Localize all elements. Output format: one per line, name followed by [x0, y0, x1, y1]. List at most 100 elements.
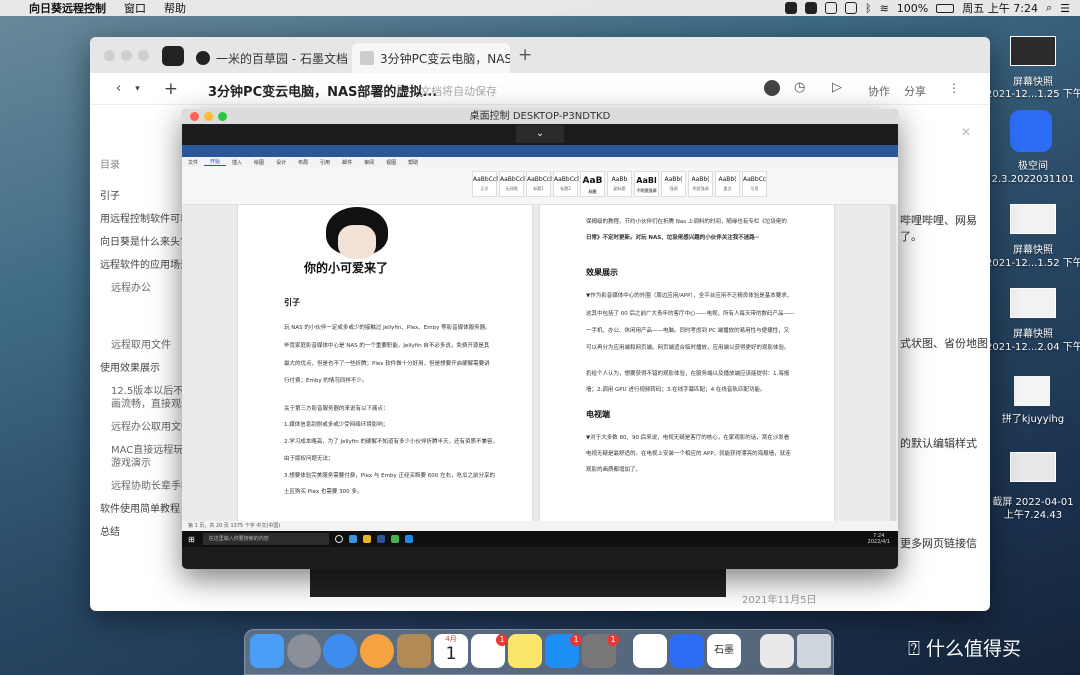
paragraph-line[interactable]: 3.想要体验完美服务需要付费，Plex 与 Emby 正经买断要 600 左右，…: [284, 471, 495, 479]
paragraph-line[interactable]: 墙；2.调用 GPU 进行视频转码；3.在线字幕匹配；4.在线音轨匹配功能。: [586, 385, 765, 393]
desktop-screenshot-thumbnail[interactable]: [1010, 452, 1056, 482]
style-gallery-item[interactable]: AaBb(要点: [715, 171, 740, 197]
battery-icon[interactable]: [936, 3, 955, 13]
paragraph-line[interactable]: 关于第三方影音服务器的来说有以下痛点：: [284, 404, 389, 412]
outline-item[interactable]: 远程软件的应用场景: [100, 256, 184, 271]
share-button[interactable]: 分享: [904, 83, 926, 99]
word-tab[interactable]: 审阅: [358, 159, 380, 166]
play-icon[interactable]: ▷: [832, 80, 842, 95]
window-minimize-button[interactable]: [121, 50, 132, 61]
word-tab[interactable]: 文件: [182, 159, 204, 166]
remote-toolbar-toggle[interactable]: ⌄: [516, 125, 564, 143]
window-close-button[interactable]: [104, 50, 115, 61]
word-tab[interactable]: 视图: [380, 159, 402, 166]
style-gallery-item[interactable]: AaBbCcl 正文: [472, 171, 498, 197]
word-tab[interactable]: 邮件: [336, 159, 358, 166]
style-gallery-item[interactable]: AaBbCcl 标题1: [526, 171, 552, 197]
bookmark-icon[interactable]: ▯: [397, 82, 403, 95]
outline-item[interactable]: 远程协助长辈手机: [111, 477, 184, 492]
app-icon[interactable]: [404, 535, 413, 543]
paragraph-line[interactable]: ▼作为影音媒体中心的外围（周边应用/APP），全平台应用不乏精良体验是基本要求，: [586, 291, 792, 299]
style-gallery-item[interactable]: AaB 标题: [580, 171, 605, 197]
style-gallery-item[interactable]: AaBb(强调: [661, 171, 686, 197]
outline-item[interactable]: 远程办公取用文件: [111, 418, 184, 433]
contacts-icon[interactable]: [397, 634, 431, 668]
more-icon[interactable]: ⋮: [948, 81, 960, 95]
bluetooth-icon[interactable]: ᛒ: [865, 2, 872, 15]
outline-item[interactable]: 引子: [100, 187, 184, 202]
paragraph-line[interactable]: 电视无疑是最舒适的。在电视上安装一个相应的 APP，就能获得漂亮的海报墙，就连: [586, 449, 791, 457]
chevron-down-icon[interactable]: ▾: [135, 84, 140, 94]
chrome-icon[interactable]: [390, 535, 399, 543]
photos-icon[interactable]: [360, 634, 394, 668]
trash-icon[interactable]: [797, 634, 831, 668]
jikongjian-icon[interactable]: [670, 634, 704, 668]
back-icon[interactable]: ‹: [116, 81, 121, 96]
style-gallery-item[interactable]: AaBbCcl 标题2: [553, 171, 579, 197]
paragraph-line[interactable]: 由于版权问题无法；: [284, 454, 334, 462]
scrollbar[interactable]: [890, 205, 896, 521]
cortana-icon[interactable]: [334, 535, 343, 543]
shimo-icon[interactable]: 石墨: [707, 634, 741, 668]
edge-icon[interactable]: [348, 535, 357, 543]
desktop-screenshot-thumbnail[interactable]: [1010, 288, 1056, 318]
notes-icon[interactable]: [508, 634, 542, 668]
safari-icon[interactable]: [323, 634, 357, 668]
tray-app-icon[interactable]: [824, 2, 837, 14]
paragraph-line[interactable]: 一手机、办公、休闲用产品——电脑。同时考虑到 PC 端播放的易用性与便捷性，又: [586, 326, 789, 334]
wifi-icon[interactable]: ≋: [880, 2, 889, 15]
word-tab[interactable]: 引用: [314, 159, 336, 166]
outline-item[interactable]: 画流畅，直接观影: [111, 395, 184, 410]
window-zoom-button[interactable]: [138, 50, 149, 61]
style-gallery-item[interactable]: AaBb(明显强调: [688, 171, 713, 197]
menu-clock[interactable]: 周五 上午 7:24: [962, 0, 1038, 16]
style-gallery-item[interactable]: AaBl 不明显强调: [634, 171, 659, 197]
tab-shimo-home[interactable]: 一米的百草园 - 石墨文档 ✕: [188, 43, 348, 73]
tray-app-icon[interactable]: [804, 2, 817, 14]
desktop-screenshot-thumbnail[interactable]: [1010, 36, 1056, 66]
taskbar-clock[interactable]: 7:24 2022/4/1: [868, 533, 890, 545]
desktop-file-icon[interactable]: [1014, 376, 1050, 406]
paragraph-line[interactable]: 2.学习成本略高，为了 Jellyfin 的硬解不知道有多少小伙伴折腾半天，还有…: [284, 437, 498, 445]
taskbar-search-input[interactable]: 在这里输入你要搜索的内容: [202, 533, 329, 545]
window-close-button[interactable]: [190, 112, 199, 121]
menu-help[interactable]: 帮助: [155, 0, 195, 16]
paragraph-line[interactable]: 这其中包括了 00 后之前广大青年的客厅中心——电视，所有人每天带的数码产品——: [586, 309, 795, 317]
search-icon[interactable]: ⌕: [1046, 1, 1052, 15]
outline-item[interactable]: 用远程控制软件可以: [100, 210, 184, 225]
downloads-icon[interactable]: [760, 634, 794, 668]
word-tab[interactable]: 设计: [270, 159, 292, 166]
calendar-icon[interactable]: 4月 1: [434, 634, 468, 668]
outline-item[interactable]: 远程办公: [111, 279, 184, 294]
paragraph-line[interactable]: 日常》不定时更新。对玩 NAS、垃圾佬感兴趣的小伙伴关注我不迷路~: [586, 233, 759, 241]
jikongjian-app-icon[interactable]: [1010, 110, 1052, 152]
window-zoom-button[interactable]: [218, 112, 227, 121]
paragraph-line[interactable]: 观影的画质都增加了。: [586, 465, 641, 473]
paragraph-line[interactable]: 1.媒体信息刮削或多或少受网络环境影响；: [284, 420, 388, 428]
control-center-icon[interactable]: ☰: [1060, 2, 1070, 15]
word-tab-home[interactable]: 开始: [204, 158, 227, 166]
airplay-icon[interactable]: [844, 2, 857, 14]
style-gallery-item[interactable]: AaBb 副标题: [607, 171, 632, 197]
word-icon[interactable]: [376, 535, 385, 543]
new-tab-button[interactable]: +: [518, 45, 532, 65]
word-tab[interactable]: 布局: [292, 159, 314, 166]
history-icon[interactable]: ◷: [794, 80, 805, 95]
style-gallery-item[interactable]: AaBbCc 引用: [742, 171, 767, 197]
style-gallery-item[interactable]: AaBbCcl 无间隔: [499, 171, 525, 197]
outline-item[interactable]: 向日葵是什么来头?: [100, 233, 184, 248]
paragraph-line[interactable]: 最大的优点，但是也不了一些折腾；Plex 软件做十分好用，但是想要开启硬解需要讲: [284, 359, 490, 367]
sunlogin-icon[interactable]: [633, 634, 667, 668]
paragraph-line[interactable]: 保姆级的教程。节约小伙伴们在折腾 Nas 上调料的时间，随缘也有专栏《垃圾佬的: [586, 217, 787, 225]
paragraph-line[interactable]: ▼对于大多数 80、90 后来说，电视无疑是客厅的核心，在家观影的话，窝在沙发看: [586, 433, 789, 441]
outline-item[interactable]: 总结: [100, 523, 184, 538]
outline-item[interactable]: 游戏演示: [111, 454, 184, 469]
launchpad-icon[interactable]: [287, 634, 321, 668]
outline-item[interactable]: 软件使用简单教程: [100, 500, 184, 515]
tab-article[interactable]: 3分钟PC变云电脑，NAS ☁: [352, 43, 510, 73]
word-tab[interactable]: 绘图: [248, 159, 270, 166]
paragraph-line[interactable]: 玩 NAS 的小伙伴一定或多或少的接触过 Jellyfin、Plex、Emby …: [284, 323, 491, 331]
paragraph-line[interactable]: 行付费；Emby 的情况同样不少。: [284, 376, 367, 384]
menu-window[interactable]: 窗口: [115, 0, 155, 16]
menu-app-name[interactable]: 向日葵远程控制: [20, 0, 115, 16]
